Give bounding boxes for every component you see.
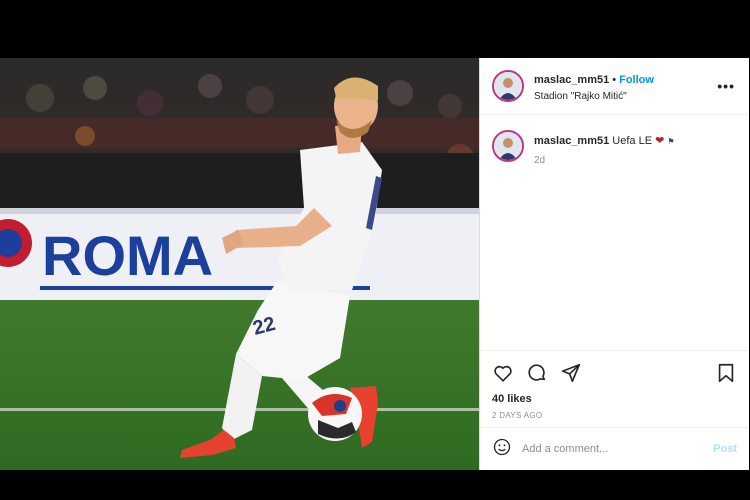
add-comment-bar: Add a comment... Post [480, 427, 749, 470]
emoji-icon[interactable] [492, 437, 512, 462]
post-date: 2 DAYS AGO [492, 411, 543, 420]
heart-emoji-icon: ❤ [655, 135, 665, 147]
caption-time: 2d [534, 155, 546, 166]
flag-emoji-icon: ⚑ [667, 137, 675, 146]
avatar-image [494, 72, 522, 100]
post-photo[interactable]: ROMA 22 [0, 58, 479, 470]
share-icon[interactable] [560, 362, 582, 384]
heart-icon[interactable] [492, 362, 514, 384]
more-options-icon[interactable]: ••• [717, 78, 735, 94]
caption-comment: maslac_mm51 Uefa LE ❤ ⚑ 2d [492, 130, 675, 166]
caption-username[interactable]: maslac_mm51 [534, 135, 609, 147]
caption-text-line: maslac_mm51 Uefa LE ❤ ⚑ [534, 134, 675, 147]
comment-icon[interactable] [526, 362, 548, 384]
caption-avatar[interactable] [492, 130, 524, 162]
follow-button[interactable]: Follow [619, 74, 654, 86]
actions-section: 40 likes 2 DAYS AGO [480, 350, 749, 420]
banner-text: ROMA [42, 224, 213, 287]
avatar-image [494, 132, 522, 160]
separator-dot: • [612, 74, 617, 86]
instagram-post: ROMA 22 maslac_mm51 • Follow Stadion "Ra… [0, 58, 750, 470]
likes-count[interactable]: 40 likes [492, 393, 737, 405]
username-link[interactable]: maslac_mm51 [534, 74, 609, 86]
football-player-photo: ROMA 22 [0, 58, 479, 470]
post-comment-button[interactable]: Post [713, 443, 737, 455]
avatar[interactable] [492, 70, 524, 102]
location-link[interactable]: Stadion "Rajko Mitić" [534, 91, 654, 102]
action-icons [492, 361, 737, 385]
comment-input[interactable]: Add a comment... [522, 443, 713, 455]
caption-text: Uefa LE [612, 135, 653, 147]
post-sidebar: maslac_mm51 • Follow Stadion "Rajko Mitić"… [479, 58, 749, 470]
bookmark-icon[interactable] [715, 362, 737, 384]
post-header: maslac_mm51 • Follow Stadion "Rajko Mitić"… [480, 58, 749, 115]
